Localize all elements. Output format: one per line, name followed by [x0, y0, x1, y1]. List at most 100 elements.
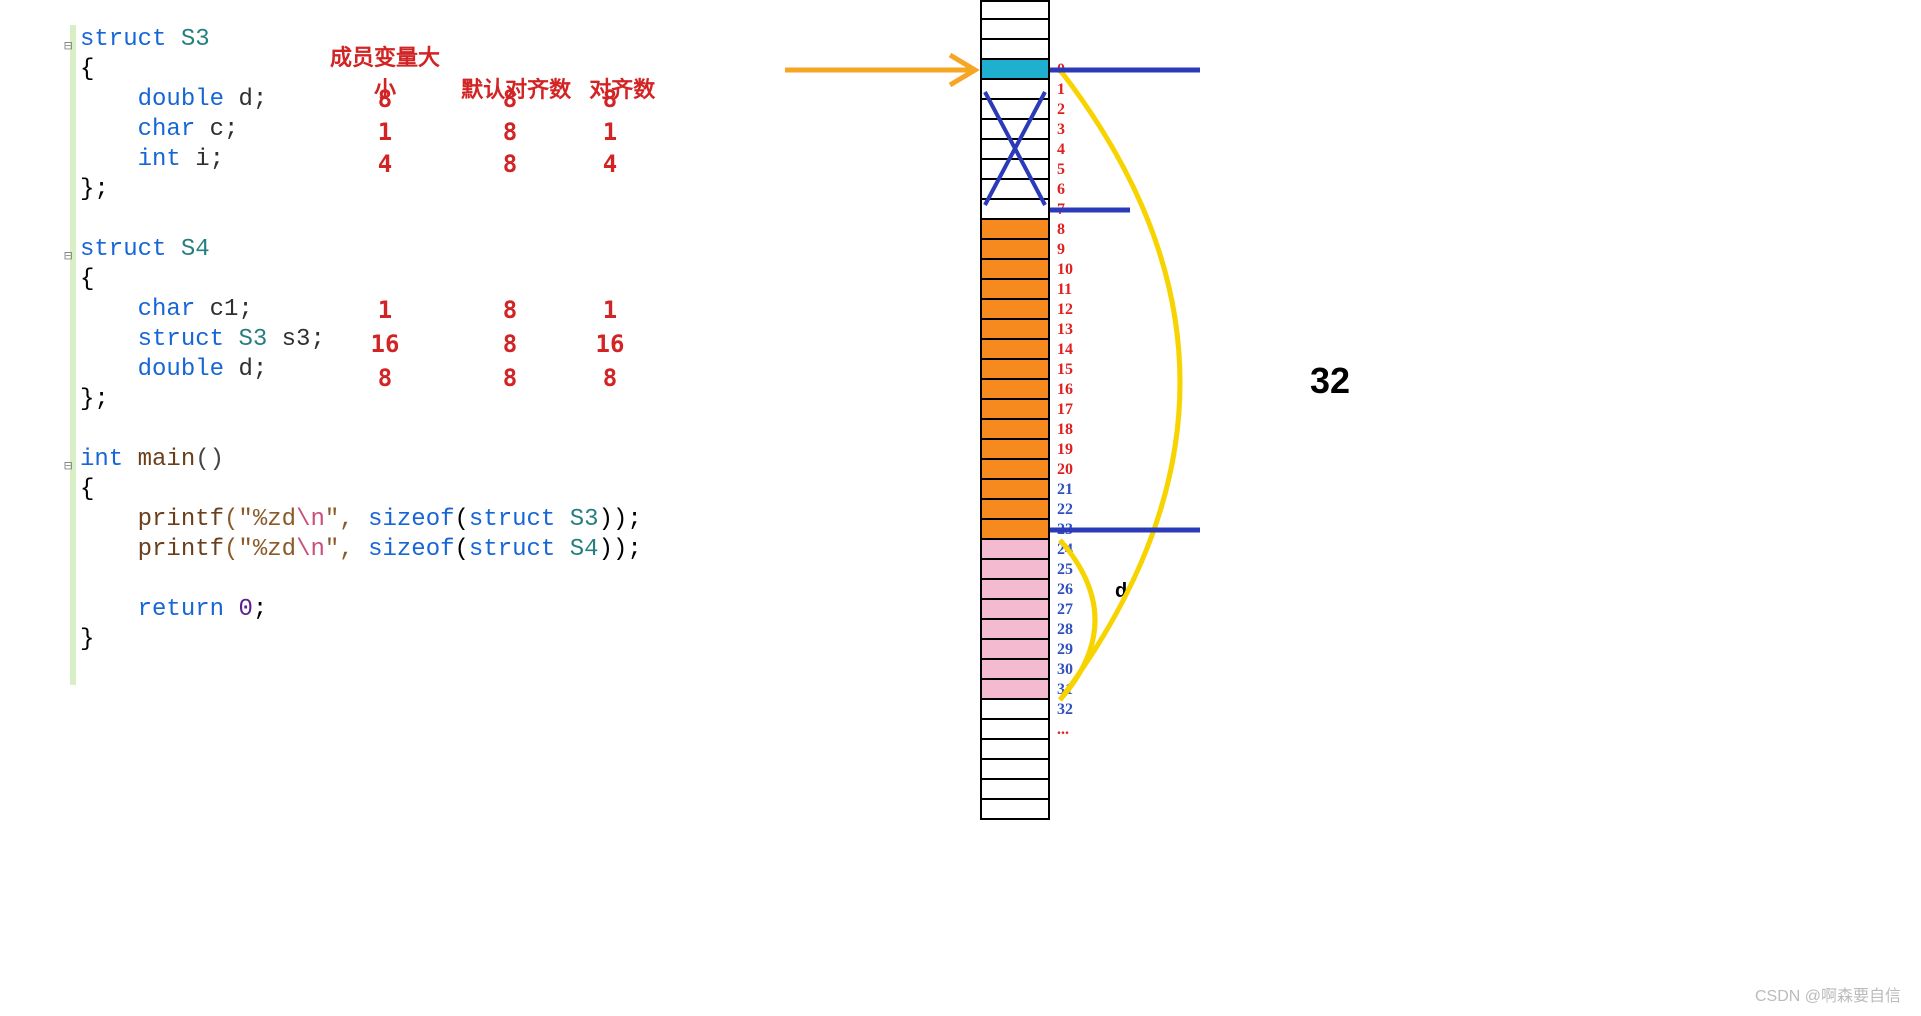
member-name: c; [210, 116, 239, 143]
mem-cell: 13 [980, 320, 1050, 340]
mem-index: 31 [1057, 681, 1073, 699]
mem-index: 25 [1057, 561, 1073, 579]
mem-cell-blank [980, 0, 1050, 20]
mem-cell: 6 [980, 180, 1050, 200]
brace: { [80, 476, 94, 503]
mem-cell: 28 [980, 620, 1050, 640]
mem-cell: 25 [980, 560, 1050, 580]
mem-index: 12 [1057, 301, 1073, 319]
mem-cell-blank [980, 800, 1050, 820]
s3-row3: 484 [320, 150, 650, 178]
arrow-c1 [785, 55, 975, 85]
mem-index: 8 [1057, 221, 1065, 239]
struct-name: S3 [181, 26, 210, 53]
member-name: d; [238, 356, 267, 383]
brace: } [80, 626, 94, 653]
brace: { [80, 266, 94, 293]
member-type: S3 [238, 326, 267, 353]
mem-index: 18 [1057, 421, 1073, 439]
mem-cell: 23 [980, 520, 1050, 540]
field-d-label: d [1115, 580, 1127, 603]
fold-icon: ⊟ [64, 452, 72, 482]
mem-cell: 31 [980, 680, 1050, 700]
return-kw: return [138, 596, 239, 623]
mem-index: 10 [1057, 261, 1073, 279]
mem-cell: 27 [980, 600, 1050, 620]
s3-row2: 181 [320, 118, 650, 146]
mem-index: 28 [1057, 621, 1073, 639]
mem-index: 24 [1057, 541, 1073, 559]
mem-cell: 1 [980, 80, 1050, 100]
mem-cell-blank [980, 740, 1050, 760]
mem-index: 15 [1057, 361, 1073, 379]
brace: }; [80, 386, 109, 413]
mem-cell-blank [980, 40, 1050, 60]
mem-index: 2 [1057, 101, 1065, 119]
mem-index: 4 [1057, 141, 1065, 159]
mem-cell: 26 [980, 580, 1050, 600]
member-type: int [138, 146, 181, 173]
mem-cell: 2 [980, 100, 1050, 120]
mem-cell: 15 [980, 360, 1050, 380]
mem-cell: 0 [980, 60, 1050, 80]
member-type: char [138, 296, 196, 323]
mem-index: 6 [1057, 181, 1065, 199]
mem-cell: 3 [980, 120, 1050, 140]
mem-cell: 14 [980, 340, 1050, 360]
mem-index: 14 [1057, 341, 1073, 359]
mem-index: 22 [1057, 501, 1073, 519]
mem-index: 13 [1057, 321, 1073, 339]
mem-cell-blank [980, 760, 1050, 780]
member-type: double [138, 86, 224, 113]
fn-name: main [138, 446, 196, 473]
total-size-label: 32 [1310, 360, 1350, 402]
mem-cell: 29 [980, 640, 1050, 660]
mem-cell: 8 [980, 220, 1050, 240]
mem-cell: 24 [980, 540, 1050, 560]
mem-cell: 32 [980, 700, 1050, 720]
mem-cell: 10 [980, 260, 1050, 280]
mem-cell: 21 [980, 480, 1050, 500]
mem-index: 20 [1057, 461, 1073, 479]
mem-index: 1 [1057, 81, 1065, 99]
mem-index: 30 [1057, 661, 1073, 679]
mem-cell: 4 [980, 140, 1050, 160]
fold-icon: ⊟ [64, 32, 72, 62]
mem-cell: 7 [980, 200, 1050, 220]
s4-row1: 181 [320, 296, 650, 324]
mem-index: 7 [1057, 201, 1065, 219]
member-type: double [138, 356, 224, 383]
mem-index: 21 [1057, 481, 1073, 499]
brace: { [80, 56, 94, 83]
mem-index: 5 [1057, 161, 1065, 179]
mem-index: 0 [1057, 61, 1065, 79]
struct-kw: struct [138, 326, 224, 353]
mem-index: 26 [1057, 581, 1073, 599]
brace: }; [80, 176, 109, 203]
mem-index: 3 [1057, 121, 1065, 139]
member-name: s3; [282, 326, 325, 353]
member-name: i; [195, 146, 224, 173]
s3-row1: 888 [320, 85, 650, 113]
mem-index: 23 [1057, 521, 1073, 539]
mem-cell: 22 [980, 500, 1050, 520]
mem-cell: 18 [980, 420, 1050, 440]
return-type: int [80, 446, 123, 473]
mem-index: 17 [1057, 401, 1073, 419]
mem-cell: 19 [980, 440, 1050, 460]
member-type: char [138, 116, 196, 143]
mem-cell: 12 [980, 300, 1050, 320]
gutter-bar [70, 25, 76, 685]
memory-layout: 0123456789101112131415161718192021222324… [980, 0, 1050, 820]
mem-cell: ... [980, 720, 1050, 740]
watermark: CSDN @啊森要自信 [1755, 982, 1901, 1006]
mem-index: 27 [1057, 601, 1073, 619]
mem-index: 11 [1057, 281, 1072, 299]
mem-cell: 17 [980, 400, 1050, 420]
mem-cell: 9 [980, 240, 1050, 260]
mem-cell-blank [980, 780, 1050, 800]
struct-name: S4 [181, 236, 210, 263]
printf-call: printf [138, 506, 224, 533]
s4-row3: 888 [320, 364, 650, 392]
s4-row2: 16816 [320, 330, 650, 358]
